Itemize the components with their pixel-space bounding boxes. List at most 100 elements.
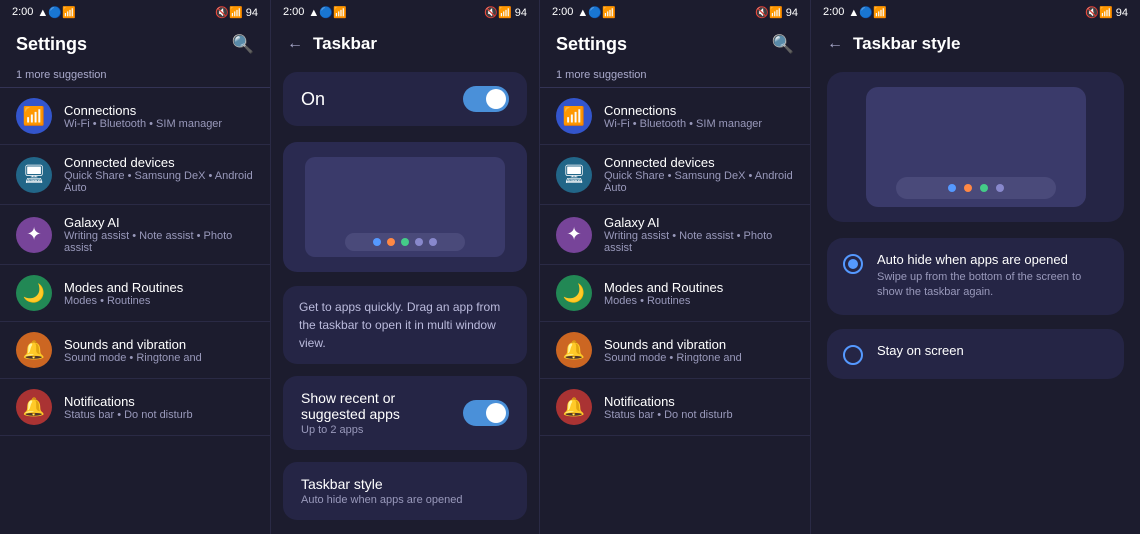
signal-icons-right: ▲🔵📶: [577, 6, 615, 19]
sounds-sub-right: Sound mode • Ringtone and: [604, 352, 742, 364]
connections-text-right: Connections Wi-Fi • Bluetooth • SIM mana…: [604, 103, 762, 130]
sounds-title-right: Sounds and vibration: [604, 337, 742, 352]
connected-devices-title-right: Connected devices: [604, 155, 794, 170]
connections-icon-right: 📶: [556, 98, 592, 134]
taskbar-on-slider: [463, 86, 509, 112]
preview-dot-1: [373, 238, 381, 246]
signal-icons-left: ▲🔵📶: [37, 6, 75, 19]
auto-hide-row: Auto hide when apps are opened Swipe up …: [843, 252, 1108, 301]
auto-hide-option[interactable]: Auto hide when apps are opened Swipe up …: [827, 238, 1124, 315]
auto-hide-radio[interactable]: [843, 254, 863, 274]
taskbar-back-button[interactable]: ←: [287, 35, 303, 53]
notifications-title-right: Notifications: [604, 394, 733, 409]
notifications-title-left: Notifications: [64, 394, 193, 409]
galaxy-ai-sub-right: Writing assist • Note assist • Photo ass…: [604, 230, 794, 254]
right-item-modes[interactable]: 🌙 Modes and Routines Modes • Routines: [540, 265, 810, 322]
galaxy-ai-title-right: Galaxy AI: [604, 215, 794, 230]
taskbar-style-link-sub: Auto hide when apps are opened: [301, 494, 509, 506]
left-search-icon[interactable]: 🔍: [232, 34, 254, 55]
modes-text-left: Modes and Routines Modes • Routines: [64, 280, 183, 307]
time-right: 2:00: [552, 6, 573, 18]
stay-on-screen-radio[interactable]: [843, 345, 863, 365]
battery-right: 🔇📶 94: [755, 6, 798, 19]
ts-back-button[interactable]: ←: [827, 35, 843, 53]
notifications-sub-left: Status bar • Do not disturb: [64, 409, 193, 421]
right-search-icon[interactable]: 🔍: [772, 34, 794, 55]
ts-status-bar: 2:00 ▲🔵📶 🔇📶 94: [811, 0, 1140, 24]
ts-status-icons: 🔇📶 94: [1085, 6, 1128, 19]
left-item-notifications[interactable]: 🔔 Notifications Status bar • Do not dist…: [0, 379, 270, 436]
modes-icon-right: 🌙: [556, 275, 592, 311]
right-settings-panel: 2:00 ▲🔵📶 🔇📶 94 Settings 🔍 1 more suggest…: [540, 0, 810, 534]
taskbar-info-card: Get to apps quickly. Drag an app from th…: [283, 286, 527, 364]
taskbar-time: 2:00: [283, 6, 304, 18]
ts-dot-3: [980, 184, 988, 192]
notifications-sub-right: Status bar • Do not disturb: [604, 409, 733, 421]
taskbar-signal-icons: ▲🔵📶: [308, 6, 346, 19]
right-item-sounds[interactable]: 🔔 Sounds and vibration Sound mode • Ring…: [540, 322, 810, 379]
connected-devices-icon-left: 🖥: [16, 157, 52, 193]
taskbar-on-label: On: [301, 89, 325, 110]
taskbar-style-link[interactable]: Taskbar style Auto hide when apps are op…: [283, 462, 527, 520]
connected-devices-title-left: Connected devices: [64, 155, 254, 170]
ts-dot-4: [996, 184, 1004, 192]
left-item-sounds[interactable]: 🔔 Sounds and vibration Sound mode • Ring…: [0, 322, 270, 379]
preview-dot-2: [387, 238, 395, 246]
battery-left: 🔇📶 94: [215, 6, 258, 19]
ts-signal-icons: ▲🔵📶: [848, 6, 886, 19]
notifications-icon-right: 🔔: [556, 389, 592, 425]
auto-hide-subtitle: Swipe up from the bottom of the screen t…: [877, 270, 1108, 301]
left-item-connections[interactable]: 📶 Connections Wi-Fi • Bluetooth • SIM ma…: [0, 88, 270, 145]
right-status-icons: 🔇📶 94: [755, 6, 798, 19]
taskbar-status-bar: 2:00 ▲🔵📶 🔇📶 94: [271, 0, 539, 24]
right-status-time: 2:00 ▲🔵📶: [552, 6, 616, 19]
galaxy-ai-text-left: Galaxy AI Writing assist • Note assist •…: [64, 215, 254, 254]
show-recent-toggle[interactable]: [463, 400, 509, 426]
connected-devices-text-right: Connected devices Quick Share • Samsung …: [604, 155, 794, 194]
right-item-connected-devices[interactable]: 🖥 Connected devices Quick Share • Samsun…: [540, 145, 810, 205]
notifications-text-right: Notifications Status bar • Do not distur…: [604, 394, 733, 421]
modes-icon-left: 🌙: [16, 275, 52, 311]
sounds-sub-left: Sound mode • Ringtone and: [64, 352, 202, 364]
left-status-time: 2:00 ▲🔵📶: [12, 6, 76, 19]
modes-title-right: Modes and Routines: [604, 280, 723, 295]
left-settings-list: 📶 Connections Wi-Fi • Bluetooth • SIM ma…: [0, 88, 270, 534]
galaxy-ai-text-right: Galaxy AI Writing assist • Note assist •…: [604, 215, 794, 254]
sounds-icon-right: 🔔: [556, 332, 592, 368]
notifications-icon-left: 🔔: [16, 389, 52, 425]
show-recent-slider: [463, 400, 509, 426]
taskbar-panel-title: Taskbar: [313, 34, 377, 54]
galaxy-ai-title-left: Galaxy AI: [64, 215, 254, 230]
ts-dot-1: [948, 184, 956, 192]
left-item-modes[interactable]: 🌙 Modes and Routines Modes • Routines: [0, 265, 270, 322]
right-settings-list: 📶 Connections Wi-Fi • Bluetooth • SIM ma…: [540, 88, 810, 534]
show-recent-text: Show recent or suggested apps Up to 2 ap…: [301, 390, 463, 436]
preview-dot-4: [415, 238, 423, 246]
time-left: 2:00: [12, 6, 33, 18]
taskbar-status-time: 2:00 ▲🔵📶: [283, 6, 347, 19]
left-suggestion-text: 1 more suggestion: [16, 69, 107, 81]
right-item-galaxy-ai[interactable]: ✦ Galaxy AI Writing assist • Note assist…: [540, 205, 810, 265]
taskbar-preview-inner: [305, 157, 505, 257]
galaxy-ai-icon-left: ✦: [16, 217, 52, 253]
auto-hide-text: Auto hide when apps are opened Swipe up …: [877, 252, 1108, 301]
show-recent-row: Show recent or suggested apps Up to 2 ap…: [301, 390, 509, 436]
taskbar-style-link-title: Taskbar style: [301, 476, 509, 492]
taskbar-on-toggle[interactable]: [463, 86, 509, 112]
preview-dot-5: [429, 238, 437, 246]
connected-devices-icon-right: 🖥: [556, 157, 592, 193]
right-item-connections[interactable]: 📶 Connections Wi-Fi • Bluetooth • SIM ma…: [540, 88, 810, 145]
stay-on-screen-option[interactable]: Stay on screen: [827, 329, 1124, 379]
connections-sub-right: Wi-Fi • Bluetooth • SIM manager: [604, 118, 762, 130]
taskbar-panel-header: ← Taskbar: [271, 24, 539, 64]
left-item-galaxy-ai[interactable]: ✦ Galaxy AI Writing assist • Note assist…: [0, 205, 270, 265]
right-item-notifications[interactable]: 🔔 Notifications Status bar • Do not dist…: [540, 379, 810, 436]
ts-preview-taskbar-bar: [896, 177, 1056, 199]
ts-preview-inner: [866, 87, 1086, 207]
taskbar-battery: 🔇📶 94: [484, 6, 527, 19]
right-suggestion-text: 1 more suggestion: [556, 69, 647, 81]
left-status-bar: 2:00 ▲🔵📶 🔇📶 94: [0, 0, 270, 24]
ts-status-time-left: 2:00 ▲🔵📶: [823, 6, 887, 19]
ts-panel-title: Taskbar style: [853, 34, 960, 54]
left-item-connected-devices[interactable]: 🖥 Connected devices Quick Share • Samsun…: [0, 145, 270, 205]
